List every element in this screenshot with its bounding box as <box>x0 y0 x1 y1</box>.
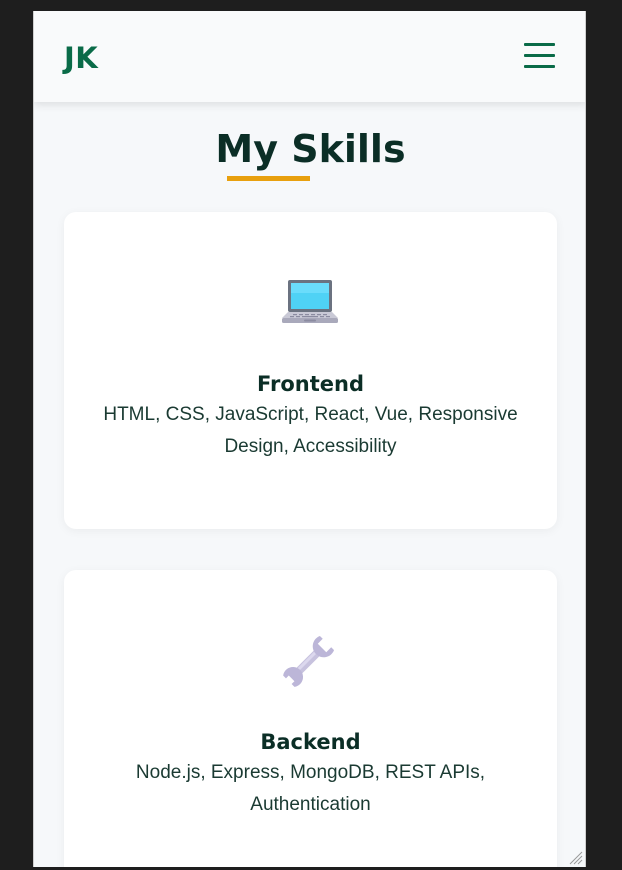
navbar: JK <box>34 11 585 102</box>
title-underline <box>227 176 310 181</box>
site-logo[interactable]: JK <box>64 41 98 75</box>
section-title: My Skills <box>215 127 406 171</box>
hamburger-bar <box>524 43 555 46</box>
skill-card-backend: Backend Node.js, Express, MongoDB, REST … <box>64 570 557 867</box>
hamburger-bar <box>524 65 555 68</box>
hamburger-menu-icon[interactable] <box>524 43 557 69</box>
resize-grip-icon[interactable] <box>567 849 583 865</box>
card-description: Node.js, Express, MongoDB, REST APIs, Au… <box>135 762 486 815</box>
wrench-icon <box>283 635 335 687</box>
card-description: HTML, CSS, JavaScript, React, Vue, Respo… <box>103 404 518 457</box>
laptop-icon <box>282 280 338 323</box>
hamburger-bar <box>524 54 555 57</box>
page-viewport: JK My Skills Frontend HTML, CSS, JavaScr… <box>33 11 586 867</box>
card-heading: Backend <box>260 730 361 754</box>
skill-card-frontend: Frontend HTML, CSS, JavaScript, React, V… <box>64 212 557 529</box>
card-heading: Frontend <box>257 372 364 396</box>
